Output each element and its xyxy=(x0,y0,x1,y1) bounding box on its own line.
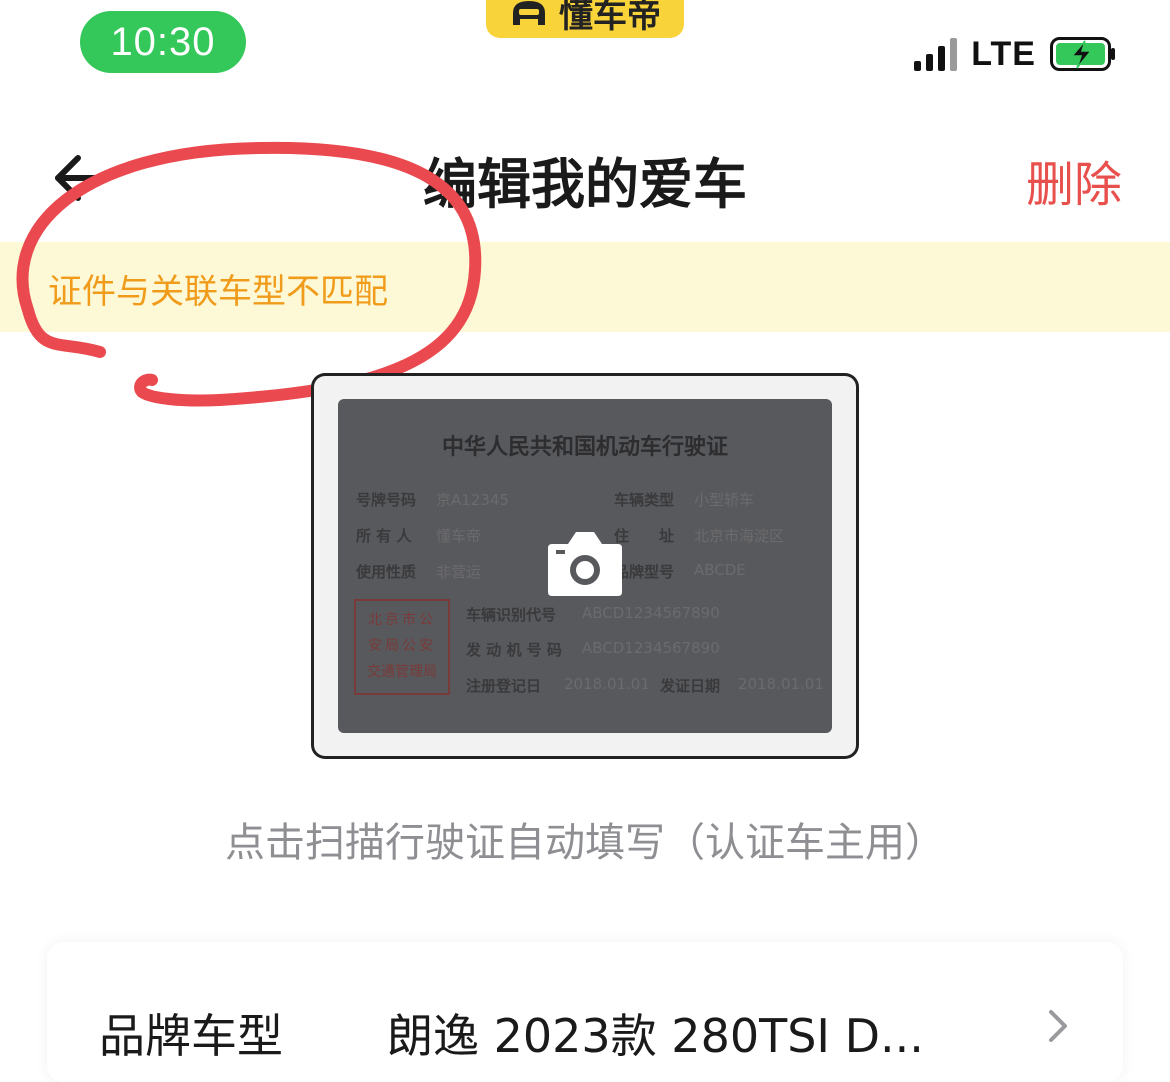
warning-banner: 证件与关联车型不匹配 xyxy=(0,242,1170,332)
warning-text: 证件与关联车型不匹配 xyxy=(48,272,388,312)
stamp-line: 北京市公 xyxy=(368,612,436,628)
vin-value: ABCD1234567890 xyxy=(582,604,720,622)
vehicle-type-value: 小型轿车 xyxy=(694,491,755,509)
vehicle-type-label: 车辆类型 xyxy=(614,491,675,509)
camera-icon[interactable] xyxy=(546,528,624,598)
plate-value: 京A12345 xyxy=(436,491,509,509)
owner-value: 懂车帝 xyxy=(436,527,482,545)
plate-label: 号牌号码 xyxy=(356,491,417,509)
app-tag[interactable]: 懂车帝 xyxy=(486,0,684,38)
page-title: 编辑我的爱车 xyxy=(423,153,747,216)
police-stamp: 北京市公 安局公安 交通管理局 xyxy=(354,599,450,695)
status-indicators: LTE xyxy=(914,34,1116,74)
brand-model-value: 朗逸 2023款 280TSI D... xyxy=(387,1009,924,1063)
address-value: 北京市海淀区 xyxy=(694,527,785,545)
vehicle-info-card: 品牌车型 朗逸 2023款 280TSI D... xyxy=(47,942,1123,1082)
usage-label: 使用性质 xyxy=(356,563,417,581)
usage-value: 非营运 xyxy=(436,563,482,581)
engine-label: 发 动 机 号 码 xyxy=(466,641,562,659)
engine-value: ABCD1234567890 xyxy=(582,639,720,657)
stamp-line: 安局公安 xyxy=(368,638,436,654)
owner-label: 所 有 人 xyxy=(356,527,412,545)
car-logo-icon xyxy=(513,1,545,25)
register-value: 2018.01.01 xyxy=(564,675,650,693)
scan-hint: 点击扫描行驶证自动填写（认证车主用） xyxy=(225,820,945,866)
issue-label: 发证日期 xyxy=(660,677,721,695)
delete-button[interactable]: 删除 xyxy=(1026,145,1122,215)
vin-label: 车辆识别代号 xyxy=(466,606,557,624)
stamp-line: 交通管理局 xyxy=(367,664,437,680)
network-type: LTE xyxy=(971,34,1036,73)
chevron-right-icon xyxy=(1049,1010,1067,1042)
status-time: 10:30 xyxy=(80,11,246,73)
model-value: ABCDE xyxy=(694,561,746,579)
issue-value: 2018.01.01 xyxy=(738,675,824,693)
battery-charging-icon xyxy=(1050,37,1115,71)
license-title: 中华人民共和国机动车行驶证 xyxy=(441,435,728,460)
app-tag-label: 懂车帝 xyxy=(559,0,661,36)
register-label: 注册登记日 xyxy=(466,677,542,695)
brand-model-label: 品牌车型 xyxy=(99,1009,283,1063)
signal-icon xyxy=(914,37,958,71)
